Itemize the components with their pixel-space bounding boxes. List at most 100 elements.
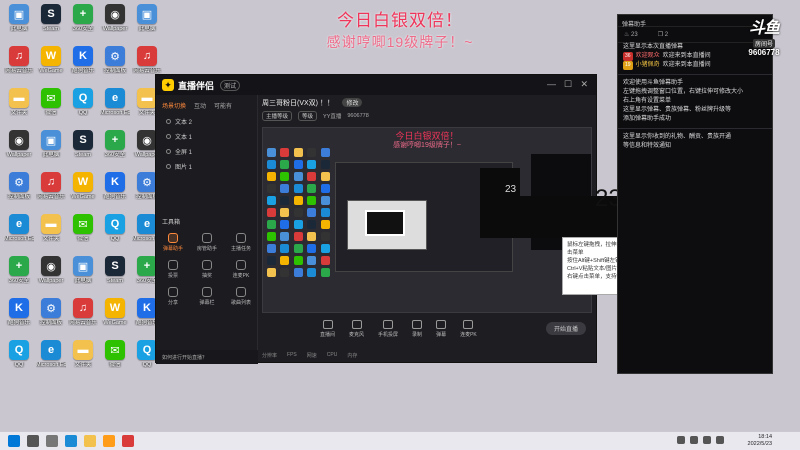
tool-song-list[interactable]: 歌曲列表	[224, 287, 258, 306]
app-footer: 分辨率 FPS 网速 CPU 内存	[262, 350, 590, 360]
tray-icon[interactable]	[677, 436, 685, 444]
app-icon: ✉	[105, 340, 125, 360]
desktop-icon[interactable]: ▬ 文件夹	[36, 214, 66, 242]
desktop-icon[interactable]: e Microsoft Edge	[4, 214, 34, 242]
desktop-icon[interactable]: ▬ 文件夹	[68, 340, 98, 368]
danmaku-button[interactable]: 弹幕	[436, 320, 446, 338]
tray-icon[interactable]	[690, 436, 698, 444]
desktop-icon[interactable]: +360安全	[4, 256, 34, 284]
windows-start-icon[interactable]	[8, 435, 20, 447]
desktop-icon[interactable]: Q QQ	[100, 214, 130, 242]
desktop-icon[interactable]: K 酷狗音乐	[4, 298, 34, 326]
chat-username[interactable]: 小猪佩奇	[636, 62, 660, 68]
desktop-icon[interactable]: W WeGame	[68, 172, 98, 200]
scene-item[interactable]: 全屏 1	[156, 144, 257, 159]
tool-host-task[interactable]: 主播任务	[224, 233, 258, 252]
eye-icon[interactable]	[166, 149, 171, 154]
desktop-icon[interactable]: ◉ Wallpaper	[4, 130, 34, 158]
tab-interaction[interactable]: 互动	[194, 101, 206, 110]
desktop-icon[interactable]: Q QQ	[68, 88, 98, 116]
mini-app-icon	[307, 196, 317, 205]
danmaku-chat-panel[interactable]: 弹幕助手 ♨ 23 ❐ 2 这里显示本次直播弹幕 36 欢迎观众 欢迎来到本直播间 19…	[617, 14, 773, 374]
desktop-icon-label: 微信	[77, 236, 89, 242]
volume-icon[interactable]	[716, 436, 724, 444]
desktop-icon[interactable]: S Steam	[100, 256, 130, 284]
chat-username[interactable]: 欢迎观众	[636, 53, 660, 59]
app-icon: K	[9, 298, 29, 318]
app-status-text[interactable]: 如何进行开始直播？	[156, 350, 258, 364]
eye-icon[interactable]	[166, 119, 171, 124]
desktop-icon[interactable]: ▣ 此电脑	[36, 130, 66, 158]
desktop-icon[interactable]: W WeGame	[100, 298, 130, 326]
close-icon[interactable]: ✕	[580, 79, 588, 90]
record-button[interactable]: 录制	[412, 320, 422, 338]
edit-title-button[interactable]: 修改	[342, 98, 363, 107]
desktop-icon[interactable]: ▬ 文件夹	[4, 88, 34, 116]
chat-messages: 这里显示本次直播弹幕 36 欢迎观众 欢迎来到本直播间 19 小猪佩奇 欢迎来到本直播间 欢迎…	[618, 43, 772, 151]
mini-app-icon	[293, 256, 303, 265]
chat-separator	[618, 74, 772, 75]
desktop-icon[interactable]: ⚙ 控制面板	[36, 298, 66, 326]
desktop-icon[interactable]: K 酷狗音乐	[100, 172, 130, 200]
app-icon: Q	[105, 214, 125, 234]
mini-app-icon	[307, 232, 317, 241]
tool-share[interactable]: 分享	[156, 287, 190, 306]
desktop-icon[interactable]: ▣ 此电脑	[68, 256, 98, 284]
mic-button[interactable]: 麦克风	[349, 320, 364, 338]
mini-app-icon	[320, 172, 330, 181]
desktop-icon[interactable]: ♫ 网易云音乐	[68, 298, 98, 326]
mini-app-icon	[307, 160, 317, 169]
start-live-button[interactable]: 开始直播	[546, 322, 586, 335]
tool-pk[interactable]: 连麦PK	[224, 260, 258, 279]
wifi-icon[interactable]	[703, 436, 711, 444]
desktop-icon[interactable]: ⚙ 控制面板	[4, 172, 34, 200]
mini-app-icon	[280, 232, 290, 241]
eye-icon[interactable]	[166, 164, 171, 169]
app-version-badge[interactable]: 测试	[220, 79, 241, 91]
folder-taskbar-icon[interactable]	[84, 435, 96, 447]
netease-taskbar-icon[interactable]	[122, 435, 134, 447]
desktop-icon[interactable]: ✉ 微信	[68, 214, 98, 242]
minimize-icon[interactable]: —	[547, 79, 556, 89]
desktop-icon[interactable]: ✉ 微信	[100, 340, 130, 368]
desktop-icon[interactable]: ♫ 网易云音乐	[36, 172, 66, 200]
phone-cast-button[interactable]: 手机投屏	[378, 320, 398, 338]
maximize-icon[interactable]: ☐	[564, 79, 572, 90]
desktop-icon[interactable]: +360安全	[100, 130, 130, 158]
desktop-icon-label: 此电脑	[74, 278, 92, 284]
desktop-icon[interactable]: Q QQ	[4, 340, 34, 368]
tool-vote[interactable]: 投票	[156, 260, 190, 279]
studio-button[interactable]: 直播间	[320, 320, 335, 338]
eye-icon[interactable]	[166, 134, 171, 139]
chat-text: 这里显示本次直播弹幕	[623, 44, 684, 50]
desktop-icon[interactable]: e Microsoft Edge	[36, 340, 66, 368]
share-icon	[168, 287, 178, 297]
mini-app-icon	[320, 184, 330, 193]
task-view-icon[interactable]	[46, 435, 58, 447]
desktop-icon[interactable]: ✉ 微信	[36, 88, 66, 116]
mini-app-icon	[280, 184, 290, 193]
app-titlebar[interactable]: ✦ 直播伴侣 测试 — ☐ ✕	[156, 75, 596, 95]
tool-danmaku-assistant[interactable]: 弹幕助手	[156, 233, 190, 252]
scene-item[interactable]: 文本 1	[156, 129, 257, 144]
desktop-icon[interactable]: ◉ Wallpaper	[36, 256, 66, 284]
app-icon: e	[41, 340, 61, 360]
desktop-icon[interactable]: S Steam	[68, 130, 98, 158]
desktop-icon-label: 控制面板	[7, 194, 30, 200]
room-number: 9606778	[748, 48, 780, 57]
taskbar-clock[interactable]: 18:14 2022/5/23	[748, 434, 772, 448]
edge-taskbar-icon[interactable]	[65, 435, 77, 447]
search-icon[interactable]	[27, 435, 39, 447]
tab-scene-switch[interactable]: 场景切换	[162, 101, 186, 110]
tool-danmaku-bar[interactable]: 弹幕栏	[190, 287, 224, 306]
desktop-icon[interactable]: e Microsoft Edge	[100, 88, 130, 116]
live-app-taskbar-icon[interactable]	[103, 435, 115, 447]
tool-room-manager[interactable]: 房管助手	[190, 233, 224, 252]
app-icon: ▬	[73, 340, 93, 360]
scene-item[interactable]: 文本 2	[156, 114, 257, 129]
tool-lottery[interactable]: 抽奖	[190, 260, 224, 279]
pk-button[interactable]: 连麦PK	[460, 320, 477, 338]
scene-item[interactable]: 图片 1	[156, 159, 257, 174]
app-icon: W	[73, 172, 93, 192]
tab-other[interactable]: 可能有	[214, 101, 232, 110]
